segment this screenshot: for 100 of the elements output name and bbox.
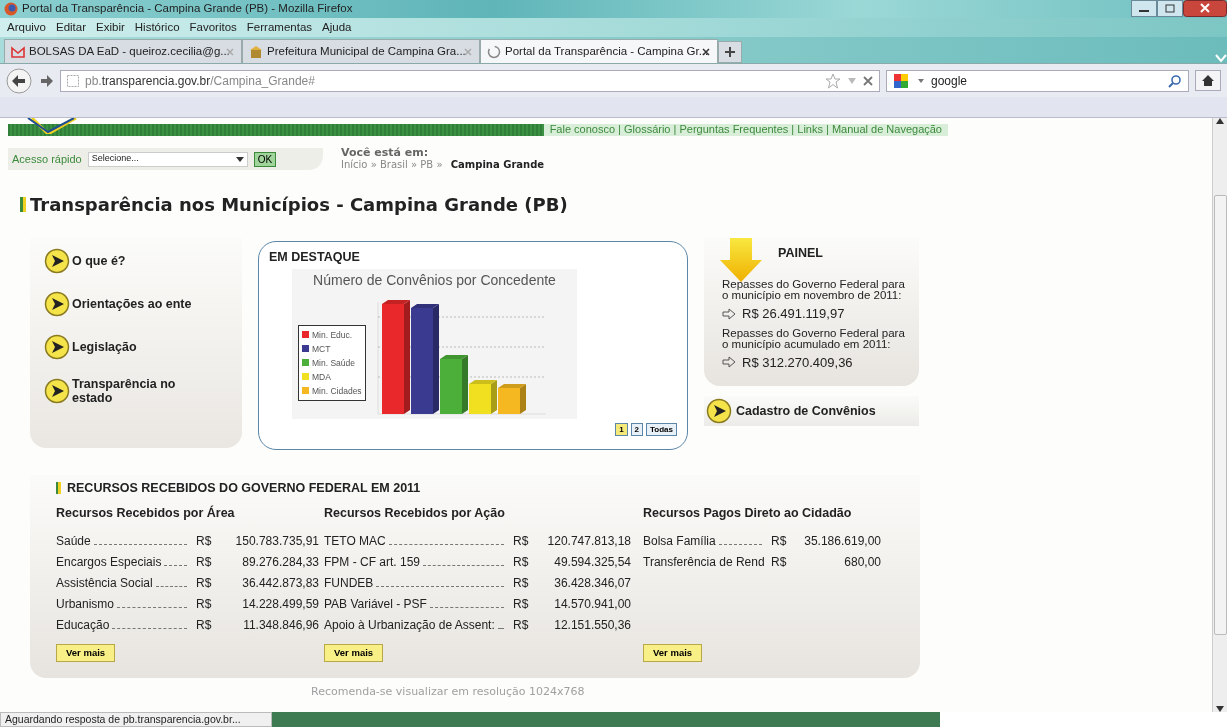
close-icon[interactable] — [1183, 0, 1227, 17]
currency-label: R$ — [513, 595, 530, 613]
resource-value: 12.151.550,36 — [553, 616, 631, 634]
resource-value: 680,00 — [843, 553, 881, 571]
breadcrumb-separator: » — [436, 159, 443, 170]
resource-label: Bolsa Família — [643, 532, 716, 550]
breadcrumb-link[interactable]: Brasil — [379, 159, 408, 170]
loading-icon — [487, 44, 501, 59]
resource-label: Saúde — [56, 532, 91, 550]
menu-item[interactable]: Editar — [51, 18, 92, 37]
address-bar[interactable]: pb.transparencia.gov.br/Campina_Grande# — [60, 69, 880, 92]
see-more-button[interactable]: Ver mais — [324, 643, 384, 662]
breadcrumb-separator: » — [411, 159, 418, 170]
arrow-circle-icon — [706, 398, 732, 424]
menu-item[interactable]: Arquivo — [2, 18, 51, 37]
side-menu-link[interactable]: Transparência no estado — [72, 377, 192, 405]
currency-label: R$ — [196, 553, 213, 571]
leader-line — [117, 606, 187, 608]
resource-value: 36.428.346,07 — [553, 574, 631, 592]
quick-access-label: Acesso rápido — [12, 151, 82, 167]
menu-item[interactable]: Favoritos — [184, 18, 242, 37]
resource-label: Urbanismo — [56, 595, 115, 613]
down-arrow-icon — [720, 238, 762, 282]
menu-item[interactable]: Exibir — [91, 18, 130, 37]
page-button[interactable]: 2 — [630, 422, 644, 436]
currency-label: R$ — [196, 532, 213, 550]
resource-label: FUNDEB — [324, 574, 374, 592]
home-button[interactable] — [1195, 70, 1221, 91]
page-icon — [67, 74, 79, 87]
mail-icon — [11, 44, 25, 59]
resource-label: PAB Variável - PSF — [324, 595, 427, 613]
breadcrumb-link[interactable]: Início — [341, 159, 368, 170]
currency-label: R$ — [196, 595, 213, 613]
scrollbar-thumb[interactable] — [1213, 195, 1227, 635]
star-icon[interactable] — [825, 72, 841, 89]
leader-line — [164, 564, 187, 566]
browser-tab[interactable]: Portal da Transparência - Campina Gr... — [480, 39, 718, 63]
minimize-icon[interactable] — [1131, 0, 1157, 17]
caret-icon — [235, 156, 244, 162]
search-field[interactable]: google — [886, 69, 1189, 92]
resource-label: FPM - CF art. 159 — [324, 553, 421, 571]
new-tab-button[interactable] — [718, 41, 742, 63]
dropdown-icon[interactable] — [917, 77, 925, 84]
resource-label: TETO MAC — [324, 532, 386, 550]
currency-label: R$ — [513, 574, 530, 592]
top-links[interactable]: Fale conosco | Glossário | Perguntas Frequentes | Links | Manual de Navegação — [543, 124, 948, 136]
transfer-amount: R$ 312.270.409,36 — [742, 353, 853, 372]
legend-label: MDA — [312, 370, 331, 384]
legend-label: MCT — [312, 342, 331, 356]
resource-label: Apoio à Urbanização de Assent: — [324, 616, 495, 634]
page-button[interactable]: 1 — [615, 422, 628, 436]
currency-label: R$ — [513, 532, 530, 550]
breadcrumb-link[interactable]: PB — [420, 159, 434, 170]
menu-item[interactable]: Histórico — [129, 18, 185, 37]
title-marker — [20, 197, 26, 212]
legend-label: Min. Saúde — [312, 356, 355, 370]
ok-button[interactable]: OK — [253, 151, 277, 167]
leader-line — [718, 543, 762, 545]
see-more-button[interactable]: Ver mais — [56, 643, 116, 662]
title-marker — [56, 482, 61, 495]
building-icon — [249, 44, 263, 59]
forward-icon[interactable] — [40, 73, 54, 88]
breadcrumb-current: Campina Grande — [450, 159, 545, 170]
menu-item[interactable]: Ajuda — [317, 18, 357, 37]
menu-item[interactable]: Ferramentas — [241, 18, 318, 37]
browser-tab[interactable]: Prefeitura Municipal de Campina Gra... — [242, 39, 480, 63]
resource-value: 14.228.499,59 — [241, 595, 319, 613]
currency-label: R$ — [513, 553, 530, 571]
transfer-description: Repasses do Governo Federal para o município em novembro de 2011: — [722, 279, 906, 301]
resource-value: 35.186.619,00 — [803, 532, 881, 550]
resource-value: 89.276.284,33 — [241, 553, 319, 571]
column-heading: Recursos Recebidos por Ação — [324, 504, 506, 522]
resource-label: Transferência de Rend — [643, 553, 765, 571]
currency-label: R$ — [771, 553, 788, 571]
side-menu-link[interactable]: Legislação — [72, 340, 137, 354]
currency-label: R$ — [513, 616, 530, 634]
search-icon[interactable] — [1168, 73, 1182, 88]
currency-label: R$ — [196, 574, 213, 592]
side-menu-link[interactable]: Orientações ao ente — [72, 297, 192, 311]
arrow-circle-icon — [44, 248, 70, 274]
panel-title: PAINEL — [778, 245, 823, 262]
legend-label: Min. Cidades — [312, 384, 362, 398]
panel-title: EM DESTAQUE — [269, 249, 361, 266]
page-button[interactable]: Todas — [646, 422, 677, 436]
arrow-circle-icon — [44, 334, 70, 360]
browser-tab[interactable]: BOLSAS DA EaD - queiroz.cecilia@g... — [4, 39, 242, 63]
arrow-right-icon — [722, 356, 736, 369]
section-title: RECURSOS RECEBIDOS DO GOVERNO FEDERAL EM 2011 — [67, 480, 421, 497]
arrow-right-icon — [722, 307, 736, 320]
resource-value: 36.442.873,83 — [241, 574, 319, 592]
resource-value: 120.747.813,18 — [546, 532, 631, 550]
select-field[interactable]: Selecione... — [87, 151, 248, 167]
back-icon[interactable] — [6, 67, 34, 94]
resolution-note: Recomenda-se visualizar em resolução 1024x768 — [311, 686, 586, 698]
resource-label: Assistência Social — [56, 574, 153, 592]
side-menu-link[interactable]: O que é? — [72, 254, 126, 268]
home-icon — [1201, 74, 1215, 87]
currency-label: R$ — [196, 616, 213, 634]
status-bar: Aguardando resposta de pb.transparencia.gov.br... — [0, 712, 272, 727]
see-more-button[interactable]: Ver mais — [643, 643, 703, 662]
